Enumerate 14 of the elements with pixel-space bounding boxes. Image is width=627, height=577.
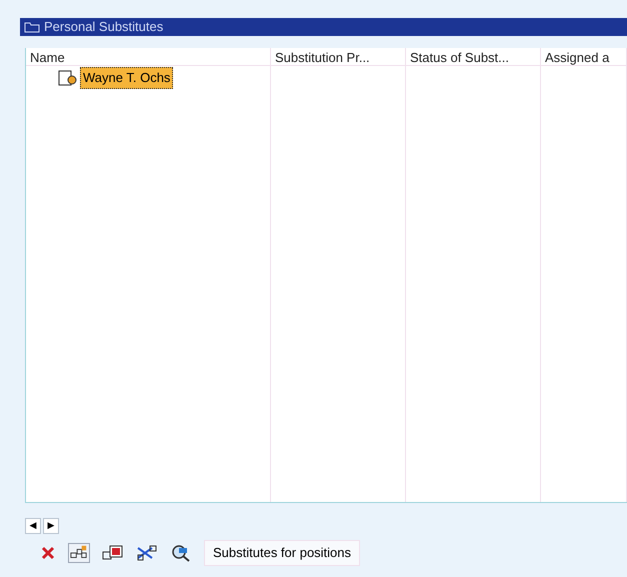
window-title: Personal Substitutes bbox=[44, 18, 164, 36]
column-header[interactable]: Status of Subst... bbox=[406, 48, 540, 66]
scroll-button[interactable]: ▶ bbox=[43, 518, 59, 534]
split-icon[interactable] bbox=[136, 544, 158, 562]
scroll-button[interactable]: ◀ bbox=[25, 518, 41, 534]
substitutes-for-positions-button[interactable]: Substitutes for positions bbox=[204, 540, 360, 566]
hierarchy-icon[interactable] bbox=[68, 542, 90, 563]
delete-icon[interactable] bbox=[40, 544, 56, 561]
folder-icon bbox=[24, 21, 40, 33]
search-icon[interactable] bbox=[170, 544, 192, 562]
tree-item[interactable]: Wayne T. Ochs bbox=[80, 67, 174, 88]
column-header[interactable]: Assigned a bbox=[541, 48, 626, 66]
column-header[interactable]: Substitution Pr... bbox=[271, 48, 405, 66]
column-header[interactable]: Name bbox=[26, 48, 270, 66]
